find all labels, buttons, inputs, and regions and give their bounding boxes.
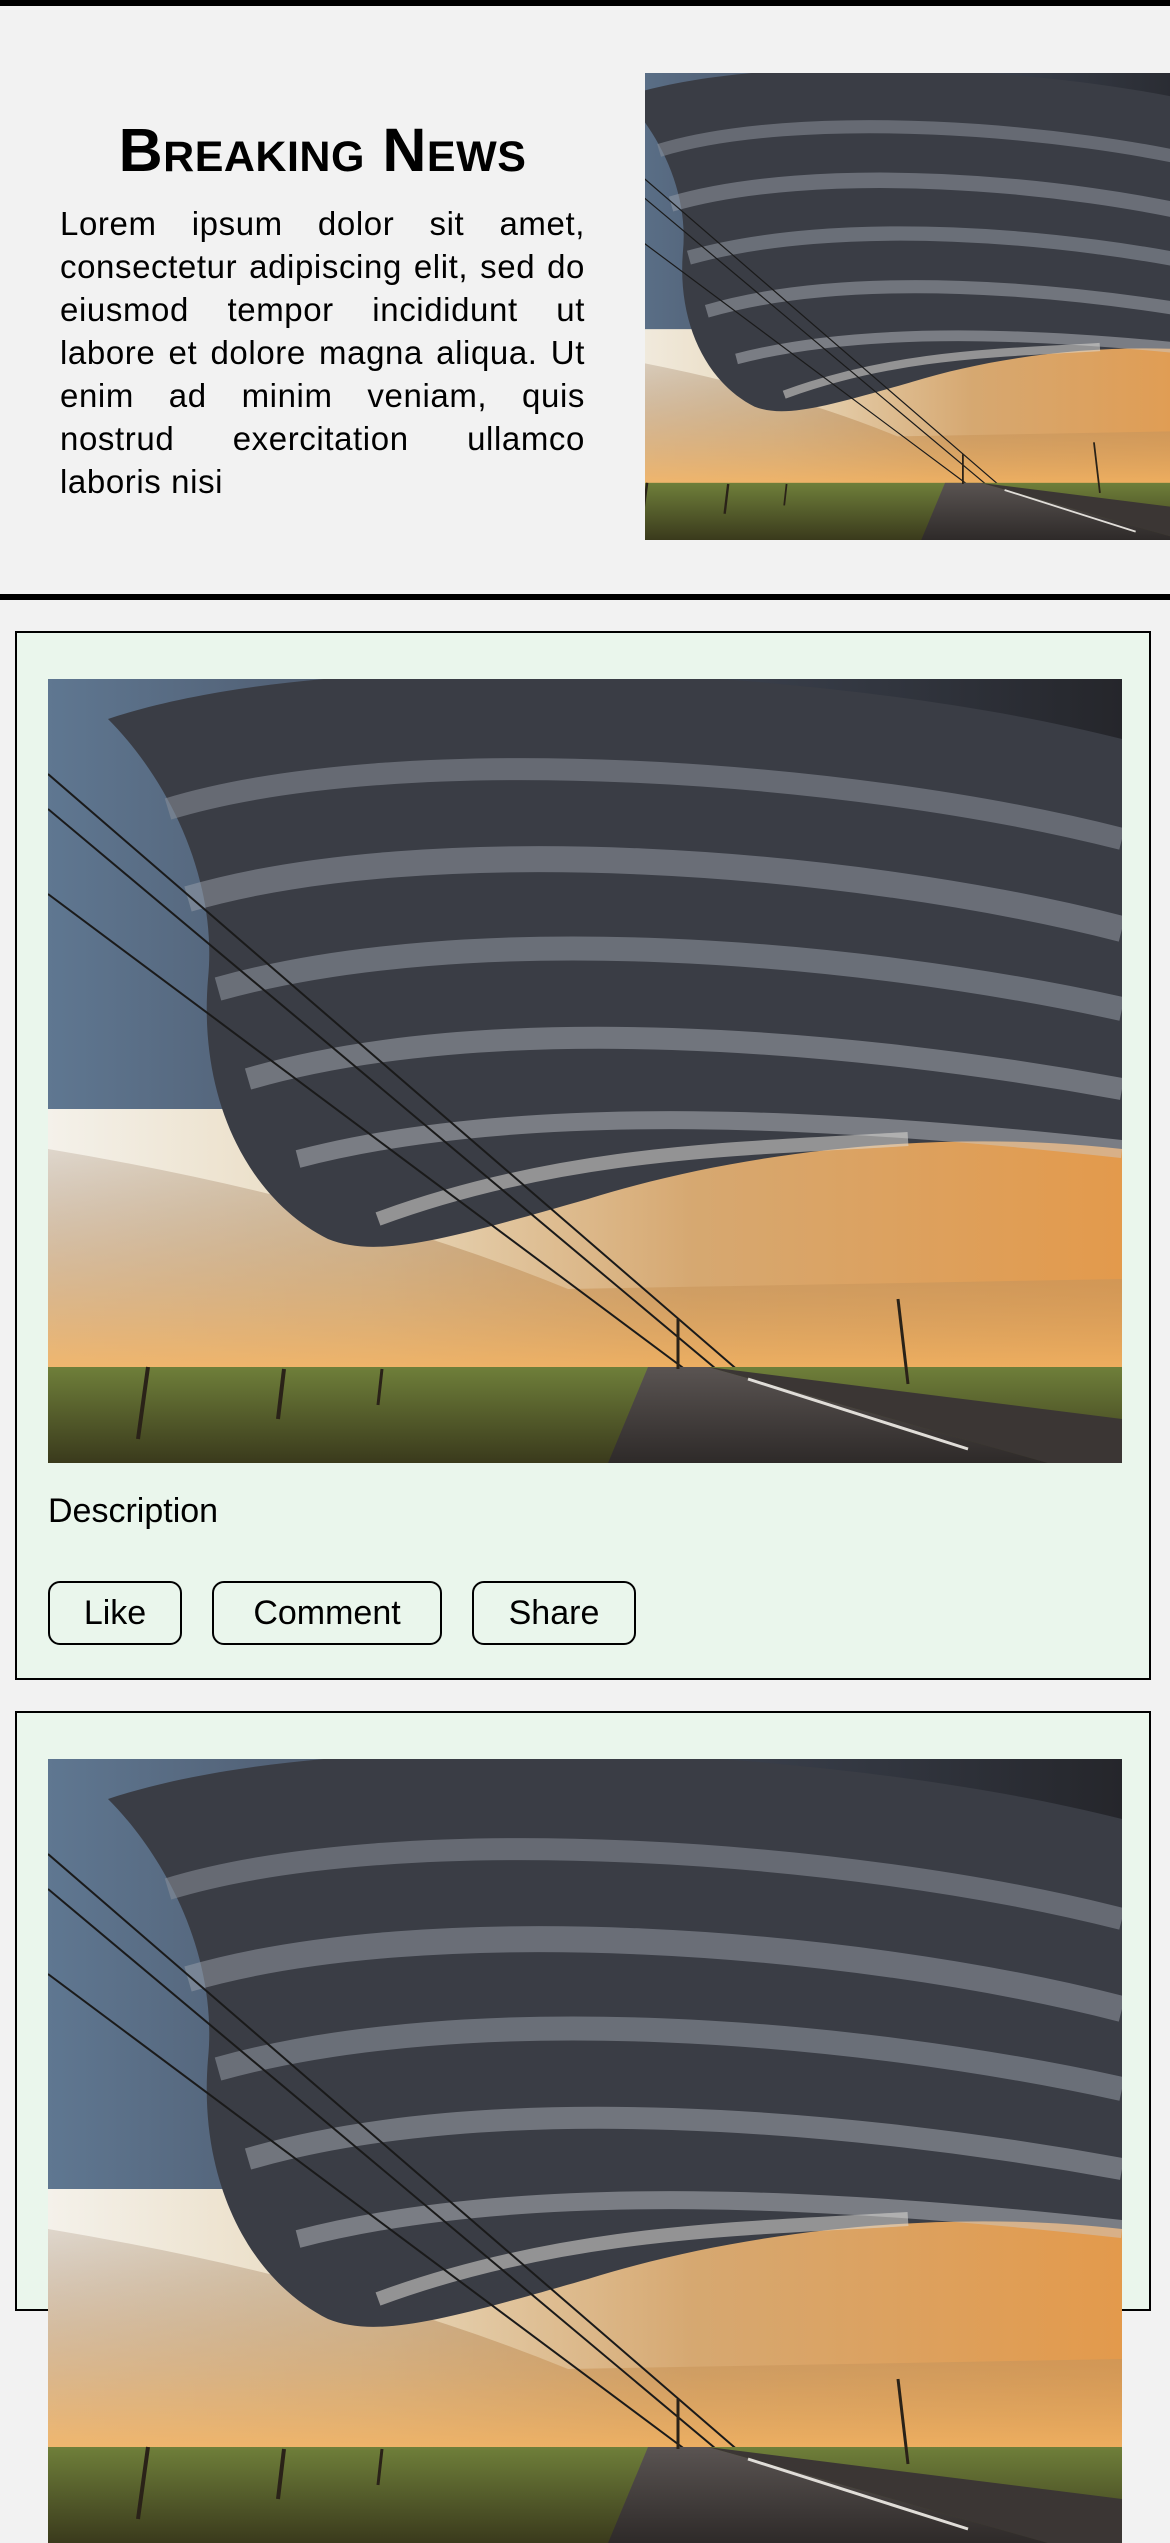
post-card: Description Like Comment Share (15, 631, 1151, 1680)
comment-button[interactable]: Comment (212, 1581, 442, 1645)
share-button[interactable]: Share (472, 1581, 636, 1645)
post-card (15, 1711, 1151, 2311)
post-actions: Like Comment Share (48, 1581, 636, 1645)
headline-summary: Lorem ipsum dolor sit amet, consectetur … (60, 205, 585, 500)
header-storm-photo (645, 73, 1170, 540)
header-divider (0, 594, 1170, 600)
page-title: Breaking News (118, 116, 527, 184)
like-button[interactable]: Like (48, 1581, 182, 1645)
post-photo[interactable] (48, 1759, 1122, 2543)
post-photo[interactable] (48, 679, 1122, 1463)
breaking-news-header: Breaking News Lorem ipsum dolor sit amet… (0, 6, 1170, 594)
post-description: Description (48, 1492, 219, 1530)
